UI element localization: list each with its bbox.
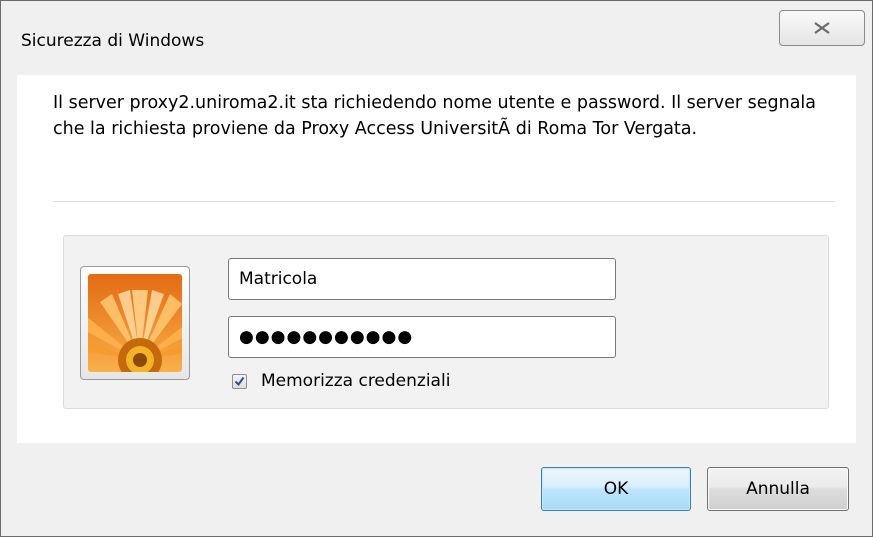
dialog-content: Il server proxy2.uniroma2.it sta richied… — [17, 75, 856, 443]
checkmark-icon — [234, 376, 245, 386]
close-icon — [814, 22, 830, 34]
remember-credentials-option[interactable]: Memorizza credenziali — [232, 370, 450, 392]
separator — [53, 201, 835, 202]
title-bar[interactable]: Sicurezza di Windows — [1, 1, 872, 81]
cancel-button[interactable]: Annulla — [707, 467, 849, 511]
credential-tile: Memorizza credenziali — [63, 235, 829, 409]
password-input[interactable] — [228, 316, 616, 358]
close-button[interactable] — [779, 10, 865, 46]
username-input[interactable] — [228, 258, 616, 300]
window-title: Sicurezza di Windows — [21, 31, 205, 51]
user-avatar — [80, 266, 190, 380]
user-tile-flower-icon — [88, 274, 182, 372]
credential-dialog: Sicurezza di Windows Il server proxy2.un… — [0, 0, 873, 537]
remember-credentials-label: Memorizza credenziali — [261, 371, 451, 391]
prompt-message: Il server proxy2.uniroma2.it sta richied… — [53, 93, 817, 139]
ok-button[interactable]: OK — [541, 467, 691, 511]
remember-credentials-checkbox[interactable] — [232, 373, 247, 389]
